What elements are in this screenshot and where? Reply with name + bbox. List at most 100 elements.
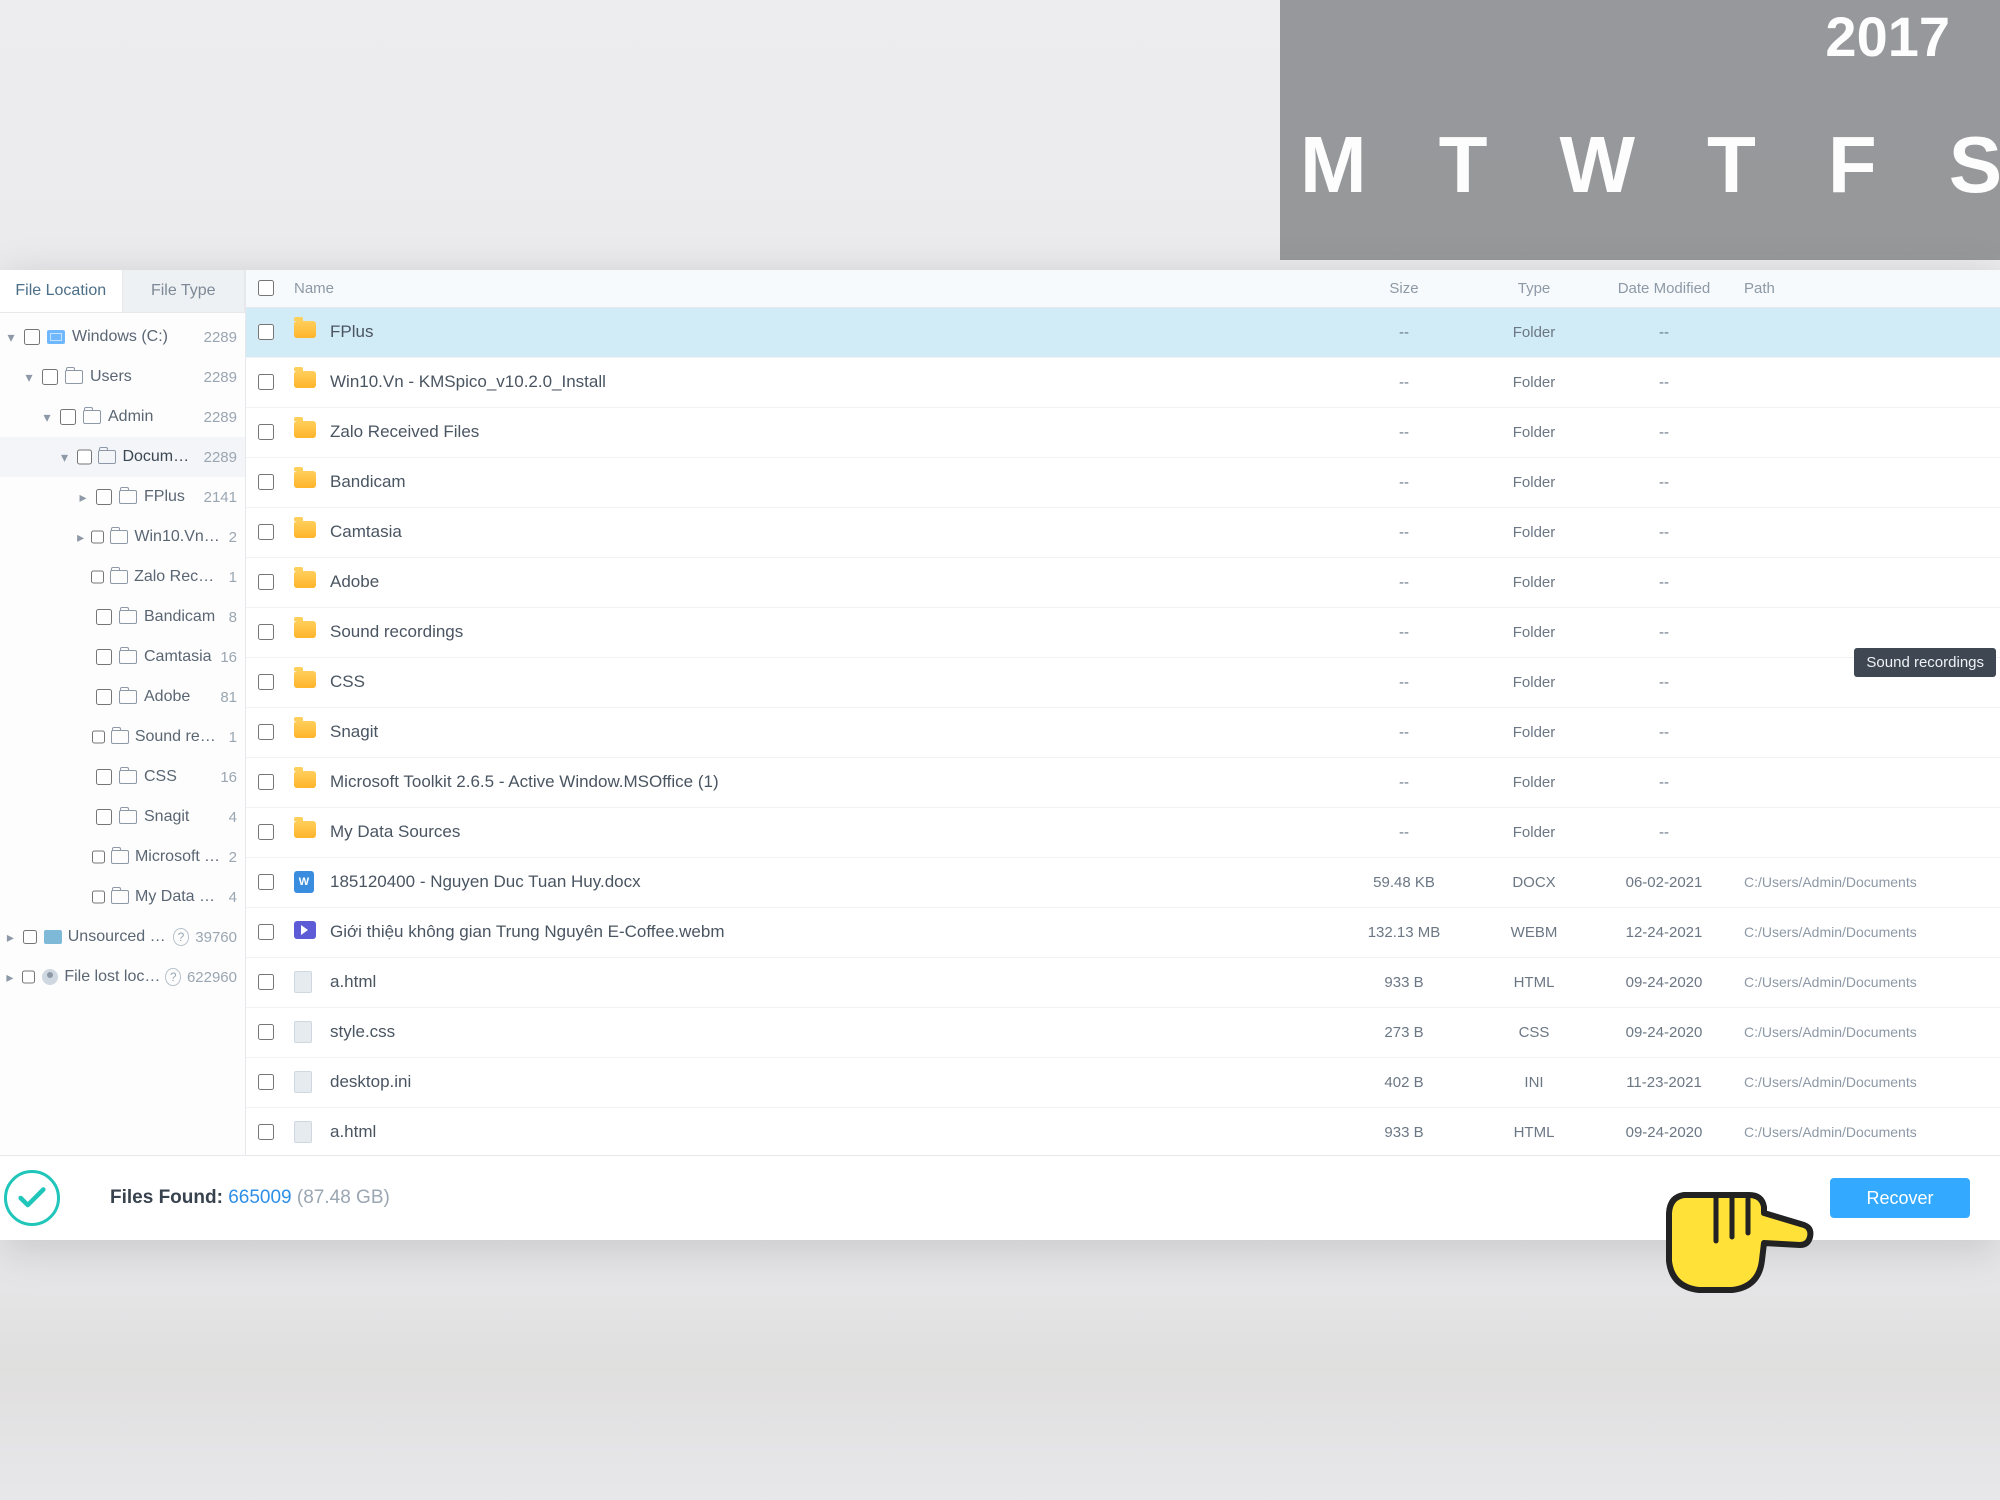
col-date[interactable]: Date Modified [1594,280,1734,297]
tree-checkbox[interactable] [92,889,105,905]
tree-item-label: Adobe [144,688,214,706]
tree-item[interactable]: ▾Admin2289 [0,397,245,437]
file-row[interactable]: a.html933 BHTML09-24-2020C:/Users/Admin/… [246,958,2000,1008]
expand-toggle-icon[interactable]: ▾ [4,329,18,346]
recovery-app-window: File Location File Type ▾Windows (C:)228… [0,270,2000,1240]
expand-toggle-icon[interactable]: ▸ [4,929,17,946]
select-all-checkbox[interactable] [258,280,274,296]
tree-item[interactable]: ▸Win10.Vn - KMS...2 [0,517,245,557]
file-row[interactable]: style.css273 BCSS09-24-2020C:/Users/Admi… [246,1008,2000,1058]
row-checkbox[interactable] [258,624,274,640]
tree-checkbox[interactable] [91,529,104,545]
tree-item[interactable]: My Data Sources4 [0,877,245,917]
recover-button[interactable]: Recover [1830,1178,1970,1218]
file-row[interactable]: Snagit--Folder-- [246,708,2000,758]
expand-toggle-icon[interactable]: ▸ [76,529,85,546]
file-row[interactable]: Giới thiệu không gian Trung Nguyên E-Cof… [246,908,2000,958]
tree-item[interactable]: ▾Windows (C:)2289 [0,317,245,357]
file-row[interactable]: My Data Sources--Folder-- [246,808,2000,858]
row-checkbox[interactable] [258,674,274,690]
col-path[interactable]: Path [1734,280,1984,297]
row-checkbox[interactable] [258,874,274,890]
row-checkbox[interactable] [258,374,274,390]
tree-checkbox[interactable] [96,489,112,505]
file-row[interactable]: Adobe--Folder-- [246,558,2000,608]
tree-item[interactable]: Bandicam8 [0,597,245,637]
tree-checkbox[interactable] [77,449,92,465]
file-row[interactable]: Camtasia--Folder-- [246,508,2000,558]
tree-item[interactable]: ▸FPlus2141 [0,477,245,517]
file-row[interactable]: Microsoft Toolkit 2.6.5 - Active Window.… [246,758,2000,808]
file-row[interactable]: CSS--Folder-- [246,658,2000,708]
file-row[interactable]: Win10.Vn - KMSpico_v10.2.0_Install--Fold… [246,358,2000,408]
tree-item[interactable]: ▸Unsourced files?39760 [0,917,245,957]
file-row[interactable]: Sound recordings--Folder-- [246,608,2000,658]
tree-checkbox[interactable] [96,809,112,825]
tree-item[interactable]: ▾Documents2289 [0,437,245,477]
expand-toggle-icon[interactable]: ▾ [22,369,36,386]
tree-item[interactable]: Camtasia16 [0,637,245,677]
row-checkbox[interactable] [258,474,274,490]
col-type[interactable]: Type [1474,280,1594,297]
tree-item-label: Documents [122,448,197,466]
tree-item[interactable]: Sound recordings1 [0,717,245,757]
tab-file-location[interactable]: File Location [0,270,123,312]
file-row[interactable]: desktop.ini402 BINI11-23-2021C:/Users/Ad… [246,1058,2000,1108]
expand-toggle-icon[interactable]: ▸ [4,969,16,986]
tree-item[interactable]: Snagit4 [0,797,245,837]
tree-checkbox[interactable] [92,729,105,745]
tab-file-type[interactable]: File Type [123,270,246,312]
file-rows[interactable]: FPlus--Folder--Win10.Vn - KMSpico_v10.2.… [246,308,2000,1155]
row-checkbox[interactable] [258,1024,274,1040]
row-checkbox[interactable] [258,324,274,340]
tree-item[interactable]: ▸File lost location?622960 [0,957,245,997]
tree-checkbox[interactable] [96,769,112,785]
row-checkbox[interactable] [258,1124,274,1140]
row-checkbox[interactable] [258,524,274,540]
tree-item[interactable]: Microsoft Toolki...2 [0,837,245,877]
tree-checkbox[interactable] [92,849,105,865]
col-size[interactable]: Size [1334,280,1474,297]
file-row[interactable]: a.html933 BHTML09-24-2020C:/Users/Admin/… [246,1108,2000,1155]
row-checkbox[interactable] [258,1074,274,1090]
file-name: Win10.Vn - KMSpico_v10.2.0_Install [330,372,1334,392]
tree-checkbox[interactable] [24,329,40,345]
tree-item-count: 39760 [195,929,237,946]
row-checkbox[interactable] [258,724,274,740]
tree-checkbox[interactable] [96,689,112,705]
file-row[interactable]: FPlus--Folder-- [246,308,2000,358]
file-name: FPlus [330,322,1334,342]
file-date: -- [1594,824,1734,841]
row-checkbox[interactable] [258,774,274,790]
help-icon[interactable]: ? [165,968,181,986]
file-name: My Data Sources [330,822,1334,842]
expand-toggle-icon[interactable]: ▸ [76,489,90,506]
row-checkbox[interactable] [258,974,274,990]
expand-toggle-icon[interactable]: ▾ [58,449,71,466]
tree-checkbox[interactable] [42,369,58,385]
help-icon[interactable]: ? [173,928,190,946]
column-headers: Name Size Type Date Modified Path [246,270,2000,308]
file-date: 12-24-2021 [1594,924,1734,941]
row-checkbox[interactable] [258,824,274,840]
tree-checkbox[interactable] [96,649,112,665]
tree-checkbox[interactable] [60,409,76,425]
tree-checkbox[interactable] [22,969,36,985]
file-size: -- [1334,724,1474,741]
row-checkbox[interactable] [258,574,274,590]
tree-item[interactable]: Zalo Received Fil...1 [0,557,245,597]
tree-checkbox[interactable] [96,609,112,625]
file-row[interactable]: Bandicam--Folder-- [246,458,2000,508]
file-row[interactable]: Zalo Received Files--Folder-- [246,408,2000,458]
calendar-day: F [1828,119,1879,211]
expand-toggle-icon[interactable]: ▾ [40,409,54,426]
tree-checkbox[interactable] [91,569,104,585]
col-name[interactable]: Name [294,280,1334,297]
tree-item[interactable]: ▾Users2289 [0,357,245,397]
row-checkbox[interactable] [258,424,274,440]
tree-item[interactable]: CSS16 [0,757,245,797]
tree-item[interactable]: Adobe81 [0,677,245,717]
file-row[interactable]: W185120400 - Nguyen Duc Tuan Huy.docx59.… [246,858,2000,908]
tree-checkbox[interactable] [23,929,38,945]
row-checkbox[interactable] [258,924,274,940]
